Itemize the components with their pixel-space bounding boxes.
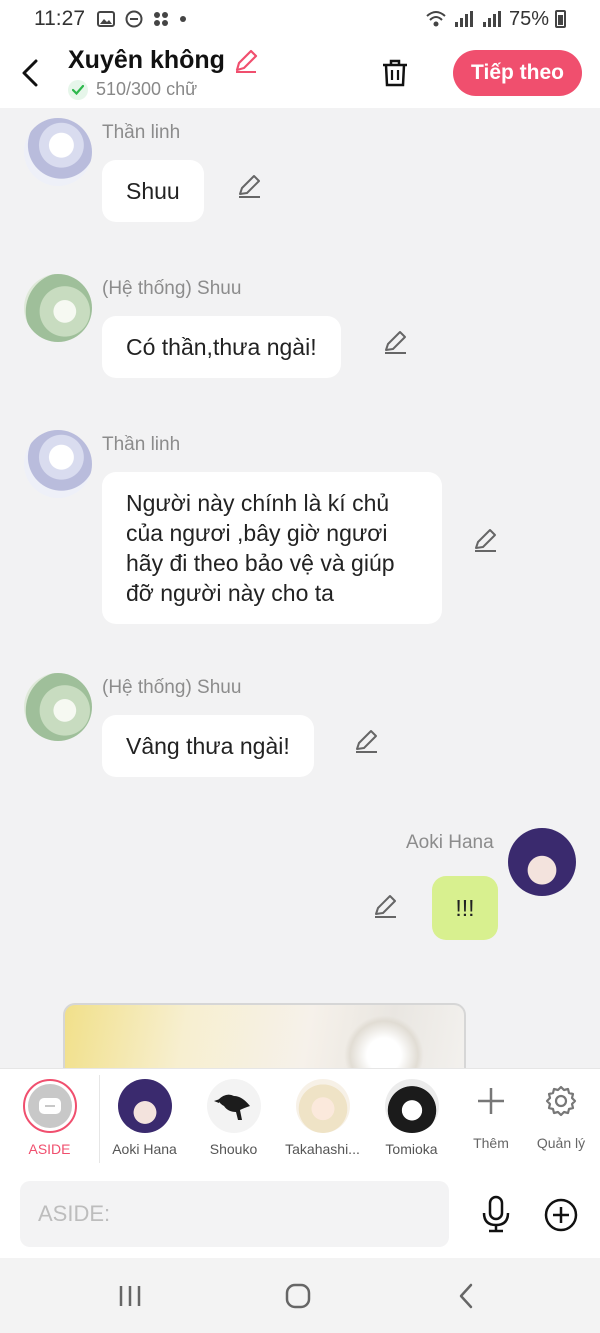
message-item: (Hệ thống) Shuu Vâng thưa ngài! [0,663,600,793]
edit-message-icon[interactable] [236,172,264,200]
sender-name: Aoki Hana [406,832,494,853]
message-item: Thần linh Người này chính là kí chủ của … [0,420,600,640]
god-avatar[interactable] [24,118,92,186]
recents-icon [119,1286,141,1306]
title-block: Xuyên không 510/300 chữ [60,46,375,100]
aside-label: ASIDE [28,1141,71,1157]
system-avatar[interactable] [24,673,92,741]
manage-label: Quản lý [536,1135,586,1151]
microphone-icon [482,1195,510,1233]
status-time: 11:27 [34,7,85,30]
chat-bubble-icon [38,1098,61,1114]
home-button[interactable] [278,1276,318,1316]
system-nav-bar [0,1258,600,1333]
message-bubble[interactable]: Vâng thưa ngài! [102,715,314,777]
avatar [295,1079,350,1133]
plus-icon [478,1088,504,1114]
add-character-button[interactable]: Thêm [456,1069,526,1151]
character-label: Shouko [209,1141,258,1157]
character-tomioka[interactable]: Tomioka [367,1069,456,1157]
status-system-icons: 75% [425,8,566,31]
trash-icon [383,59,408,87]
home-icon [285,1283,311,1309]
plus-circle-icon [544,1198,578,1232]
input-bar [0,1170,600,1258]
edit-title-icon[interactable] [233,48,259,74]
wifi-icon [426,11,446,27]
avatar [384,1079,439,1133]
gear-icon [545,1085,577,1117]
message-bubble[interactable]: Có thần,thưa ngài! [102,316,341,378]
app-grid-icon [154,12,168,26]
message-input[interactable] [20,1181,449,1247]
top-bar: Xuyên không 510/300 chữ Tiếp theo [0,38,600,108]
signal-icon-2 [482,11,501,27]
character-shouko[interactable]: Shouko [189,1069,278,1157]
system-avatar[interactable] [24,274,92,342]
crow-icon [213,1094,250,1120]
sender-name: Thần linh [102,434,181,455]
battery-icon [555,10,566,28]
image-card-preview[interactable] [63,1003,466,1068]
message-bubble[interactable]: Người này chính là kí chủ của ngươi ,bây… [102,472,442,624]
edit-message-icon[interactable] [382,328,410,356]
avatar [117,1079,172,1133]
next-button[interactable]: Tiếp theo [453,50,582,96]
sender-name: Thần linh [102,122,181,143]
image-icon [97,11,115,27]
status-bar: 11:27 75% [0,0,600,38]
story-title: Xuyên không [68,46,225,74]
word-count: 510/300 chữ [96,79,198,99]
god-avatar[interactable] [24,430,92,498]
message-item: Thần linh Shuu [0,108,600,238]
message-bubble[interactable]: Shuu [102,160,204,222]
sender-name: (Hệ thống) Shuu [102,278,242,299]
character-takahashi[interactable]: Takahashi... [278,1069,367,1157]
character-label: Takahashi... [285,1141,360,1157]
message-item: (Hệ thống) Shuu Có thần,thưa ngài! [0,264,600,394]
sender-name: (Hệ thống) Shuu [102,677,242,698]
manage-button[interactable]: Quản lý [526,1069,596,1151]
dnd-icon [125,10,143,28]
back-button[interactable] [0,38,60,108]
chat-area[interactable]: Thần linh Shuu (Hệ thống) Shuu Có thần,t… [0,108,600,1068]
character-label: Aoki Hana [112,1141,177,1157]
character-bar: ASIDE Aoki Hana Shouko Takahashi... Tomi… [0,1068,600,1170]
character-aside[interactable]: ASIDE [0,1075,100,1163]
message-item: Aoki Hana !!! [0,820,600,950]
edit-message-icon[interactable] [353,727,381,755]
character-aoki-hana[interactable]: Aoki Hana [100,1069,189,1157]
chevron-left-icon [459,1283,473,1309]
back-nav-button[interactable] [446,1276,486,1316]
avatar [206,1079,261,1133]
message-bubble[interactable]: !!! [432,876,498,940]
voice-button[interactable] [476,1192,516,1236]
add-attachment-button[interactable] [540,1194,582,1236]
dot-icon [180,16,186,22]
recents-button[interactable] [110,1276,150,1316]
signal-icon [454,11,473,27]
aside-avatar [22,1079,77,1133]
check-icon [68,79,88,100]
aoki-avatar[interactable] [508,828,576,896]
edit-message-icon[interactable] [372,892,400,920]
character-label: Tomioka [385,1141,438,1157]
chevron-left-icon [22,59,38,87]
add-label: Thêm [473,1135,509,1151]
edit-message-icon[interactable] [472,526,500,554]
delete-button[interactable] [375,53,415,93]
status-notification-icons [97,10,187,28]
battery-percent: 75% [508,7,549,30]
